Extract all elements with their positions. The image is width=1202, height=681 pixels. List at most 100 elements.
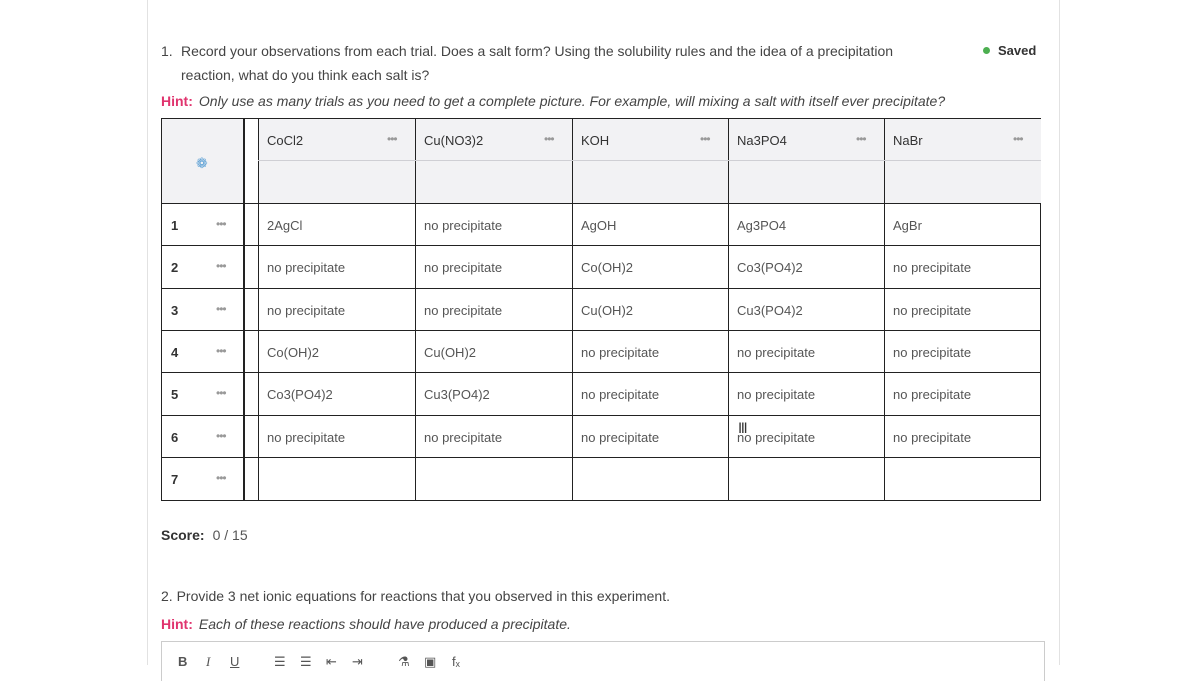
question-1: 1. Record your observations from each tri… [161, 39, 951, 87]
column-menu-icon[interactable]: ••• [544, 132, 555, 146]
table-cell[interactable]: no precipitate [893, 345, 971, 360]
italic-button[interactable]: I [206, 654, 210, 670]
column-header-2: Cu(NO3)2 [424, 133, 484, 148]
table-cell[interactable]: no precipitate [267, 430, 345, 445]
table-cell[interactable]: no precipitate [737, 430, 815, 445]
table-cell[interactable]: no precipitate [424, 260, 502, 275]
table-cell[interactable]: Co3(PO4)2 [267, 387, 333, 402]
row-menu-icon[interactable]: ••• [216, 259, 227, 273]
column-header-3: KOH [581, 133, 610, 148]
row-number: 3 [171, 302, 179, 318]
hint-text: Only use as many trials as you need to g… [198, 93, 946, 109]
formula-icon[interactable]: fₓ [452, 654, 460, 669]
table-cell[interactable]: AgOH [581, 218, 616, 233]
unordered-list-icon[interactable]: ☰ [300, 654, 312, 670]
content-frame-right [1059, 0, 1060, 665]
table-cell[interactable]: no precipitate [893, 387, 971, 402]
row-menu-icon[interactable]: ••• [216, 217, 227, 231]
row-number: 5 [171, 387, 179, 403]
table-cell[interactable]: Cu(OH)2 [581, 303, 633, 318]
indent-icon[interactable]: ⇥ [352, 654, 363, 670]
row-divider [162, 456, 1040, 458]
table-cell[interactable]: no precipitate [581, 387, 659, 402]
ordered-list-icon[interactable]: ☰ [274, 654, 286, 670]
question-number: 2. [161, 588, 173, 604]
row-number: 2 [171, 260, 179, 276]
column-divider [728, 119, 729, 500]
row-number: 1 [171, 218, 179, 233]
table-cell[interactable]: AgBr [893, 218, 922, 233]
content-frame-left [147, 0, 148, 665]
table-cell[interactable]: Cu3(PO4)2 [424, 387, 490, 402]
row-divider [162, 245, 1040, 247]
column-menu-icon[interactable]: ••• [1013, 132, 1024, 146]
question-text: Provide 3 net ionic equations for reacti… [176, 588, 670, 604]
row-menu-icon[interactable]: ••• [216, 344, 227, 358]
table-cell[interactable]: no precipitate [424, 218, 502, 233]
saved-status: Saved [983, 43, 1036, 58]
table-cell[interactable]: no precipitate [581, 345, 659, 360]
row-number: 7 [171, 471, 179, 487]
column-header-4: Na3PO4 [737, 133, 787, 148]
hint-1: Hint: Only use as many trials as you need… [161, 93, 945, 109]
score: Score: 0 / 15 [161, 527, 248, 543]
observation-table: ❁ CoCl2 ••• Cu(NO3)2 ••• KOH ••• Na3PO4 ••• NaBr… [161, 118, 1041, 501]
answer-editor[interactable]: B I U ☰ ☰ ⇤ ⇥ ⚗ ▣ fₓ [161, 641, 1045, 681]
row-divider [162, 287, 1040, 289]
column-menu-icon[interactable]: ••• [856, 132, 867, 146]
question-2: 2. Provide 3 net ionic equations for rea… [161, 588, 670, 604]
table-cell[interactable]: Ag3PO4 [737, 218, 786, 233]
table-cell[interactable]: Cu(OH)2 [424, 345, 476, 360]
question-text-line2: reaction, what do you think each salt is… [181, 67, 430, 83]
row-menu-icon[interactable]: ••• [216, 471, 227, 485]
question-number: 1. [161, 43, 173, 59]
row-menu-icon[interactable]: ••• [216, 429, 227, 443]
table-cell[interactable]: no precipitate [581, 430, 659, 445]
link-icon[interactable]: ⚗ [398, 654, 410, 670]
header-bottom-line [162, 203, 1040, 204]
row-number: 6 [171, 429, 179, 445]
underline-button[interactable]: U [230, 654, 239, 669]
row-divider [162, 414, 1040, 416]
gear-icon[interactable]: ❁ [196, 155, 208, 172]
table-cell[interactable]: no precipitate [267, 260, 345, 275]
column-header-band [258, 119, 1041, 203]
hint-2: Hint: Each of these reactions should have… [161, 616, 571, 632]
row-menu-icon[interactable]: ••• [216, 302, 227, 316]
column-header-1: CoCl2 [267, 133, 304, 148]
table-cell[interactable]: no precipitate [893, 260, 971, 275]
table-cell[interactable]: no precipitate [893, 430, 971, 445]
bold-button[interactable]: B [178, 654, 187, 669]
column-header-5: NaBr [893, 133, 923, 148]
header-divider [258, 160, 1041, 161]
table-cell[interactable]: no precipitate [737, 387, 815, 402]
column-divider [572, 119, 573, 500]
table-cell[interactable]: 2AgCl [267, 218, 302, 233]
column-divider [884, 119, 885, 500]
hint-label: Hint: [161, 93, 193, 109]
table-cell[interactable]: Co(OH)2 [581, 260, 633, 275]
outdent-icon[interactable]: ⇤ [326, 654, 337, 670]
column-menu-icon[interactable]: ••• [387, 132, 398, 146]
table-cell[interactable]: no precipitate [267, 303, 345, 318]
image-icon[interactable]: ▣ [424, 654, 436, 670]
row-header-divider [243, 119, 245, 500]
saved-dot-icon [983, 47, 990, 55]
score-label: Score: [161, 527, 205, 543]
row-menu-icon[interactable]: ••• [216, 386, 227, 400]
table-cell[interactable]: Cu3(PO4)2 [737, 303, 803, 318]
column-divider [258, 119, 259, 500]
table-cell[interactable]: no precipitate [737, 345, 815, 360]
table-cell[interactable]: Co(OH)2 [267, 345, 319, 360]
row-divider [162, 372, 1040, 374]
hint-text: Each of these reactions should have prod… [198, 616, 571, 632]
table-cell[interactable]: no precipitate [893, 303, 971, 318]
table-cell[interactable]: no precipitate [424, 430, 502, 445]
score-value: 0 / 15 [212, 527, 248, 543]
column-menu-icon[interactable]: ••• [700, 132, 711, 146]
column-divider [415, 119, 416, 500]
table-cell[interactable]: no precipitate [424, 303, 502, 318]
question-text-line1: Record your observations from each trial… [181, 43, 894, 59]
row-number: 4 [171, 344, 179, 360]
table-cell[interactable]: Co3(PO4)2 [737, 260, 803, 275]
